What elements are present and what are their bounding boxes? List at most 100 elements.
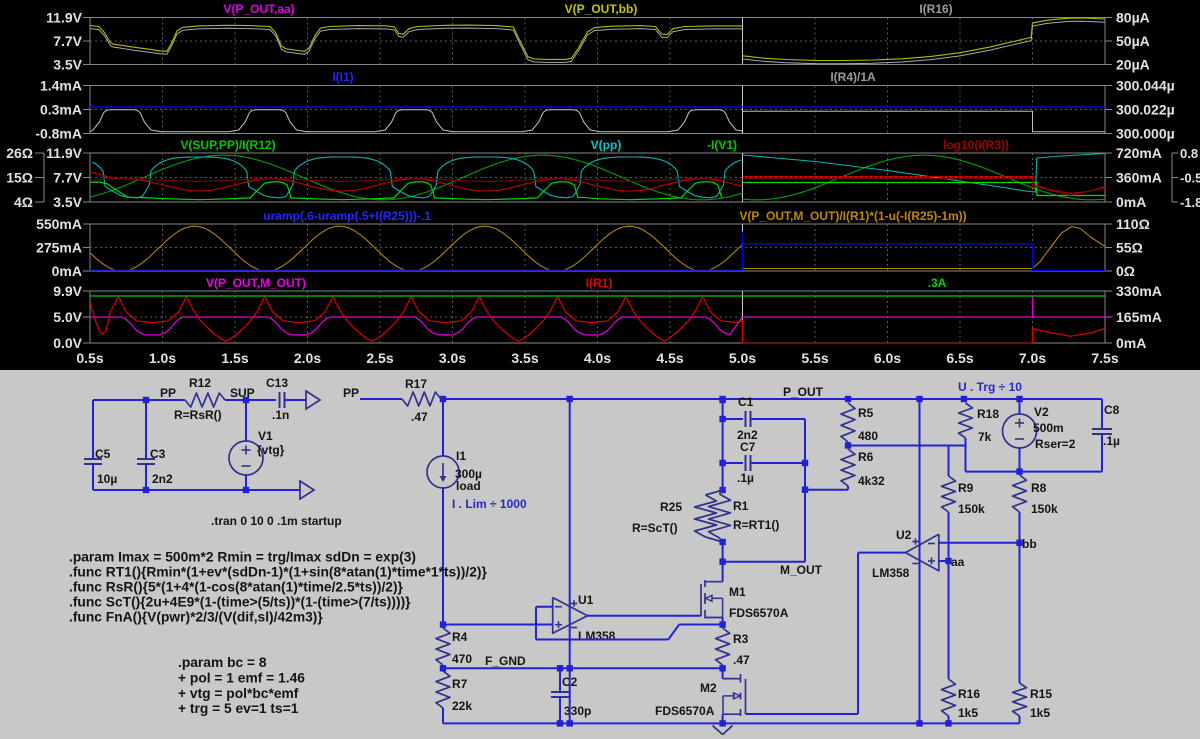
svg-text:470: 470 <box>452 652 472 666</box>
svg-text:+ trg = 5 ev=1 ts=1: + trg = 5 ev=1 ts=1 <box>178 701 299 716</box>
svg-text:log10(I(R3)): log10(I(R3)) <box>943 138 1009 152</box>
svg-text:R12: R12 <box>189 376 211 390</box>
svg-text:I(R1): I(R1) <box>586 276 613 290</box>
svg-text:2.5s: 2.5s <box>366 350 393 366</box>
svg-text:V(P_OUT,M_OUT): V(P_OUT,M_OUT) <box>206 276 306 290</box>
svg-text:6.5s: 6.5s <box>946 350 973 366</box>
svg-text:20µA: 20µA <box>1116 57 1150 73</box>
svg-text:1.0s: 1.0s <box>149 350 176 366</box>
svg-text:load: load <box>456 479 481 493</box>
svg-text:R=RT1(): R=RT1() <box>733 518 779 532</box>
svg-text:0Ω: 0Ω <box>1116 263 1135 279</box>
svg-text:C3: C3 <box>150 447 166 461</box>
svg-text:M1: M1 <box>729 585 746 599</box>
svg-text:6.0s: 6.0s <box>874 350 901 366</box>
svg-text:.param bc = 8: .param bc = 8 <box>178 655 267 670</box>
svg-text:U . Trg ÷ 10: U . Trg ÷ 10 <box>958 380 1022 394</box>
svg-text:V(P_OUT,bb): V(P_OUT,bb) <box>565 2 638 16</box>
svg-text:0mA: 0mA <box>1116 335 1146 351</box>
svg-text:720mA: 720mA <box>1116 145 1162 161</box>
svg-text:U1: U1 <box>578 593 594 607</box>
svg-text:bb: bb <box>1022 537 1037 551</box>
svg-text:V1: V1 <box>258 429 273 443</box>
svg-text:Rser=2: Rser=2 <box>1035 437 1076 451</box>
svg-text:I(I1): I(I1) <box>332 70 353 84</box>
svg-text:3.5s: 3.5s <box>511 350 538 366</box>
svg-text:-0.8mA: -0.8mA <box>35 126 82 142</box>
svg-text:R3: R3 <box>733 632 749 646</box>
svg-text:330mA: 330mA <box>1116 283 1162 299</box>
svg-text:480: 480 <box>858 429 878 443</box>
svg-text:275mA: 275mA <box>36 240 82 256</box>
svg-text:10µ: 10µ <box>97 472 117 486</box>
svg-text:LM358: LM358 <box>872 566 910 580</box>
svg-text:80µA: 80µA <box>1116 10 1150 26</box>
svg-text:1.5s: 1.5s <box>221 350 248 366</box>
svg-text:.3A: .3A <box>928 276 947 290</box>
svg-text:.param Imax = 500m*2 Rmin = tr: .param Imax = 500m*2 Rmin = trg/Imax sdD… <box>69 550 416 565</box>
svg-text:.tran 0 10 0 .1m startup: .tran 0 10 0 .1m startup <box>211 514 342 528</box>
svg-text:4k32: 4k32 <box>858 474 885 488</box>
svg-text:I(R4)/1A: I(R4)/1A <box>830 70 876 84</box>
svg-text:7k: 7k <box>978 430 992 444</box>
svg-text:C13: C13 <box>266 376 288 390</box>
svg-text:5.0s: 5.0s <box>729 350 756 366</box>
svg-text:-I(V1): -I(V1) <box>707 138 737 152</box>
svg-text:R=RsR(): R=RsR() <box>174 408 222 422</box>
svg-text:0.8: 0.8 <box>1180 146 1198 161</box>
svg-text:3.5V: 3.5V <box>53 194 82 210</box>
svg-text:.47: .47 <box>733 653 750 667</box>
svg-text:0mA: 0mA <box>52 263 82 279</box>
svg-text:4Ω: 4Ω <box>14 194 33 210</box>
svg-text:R1: R1 <box>733 499 749 513</box>
svg-text:R17: R17 <box>405 377 427 391</box>
svg-text:3.5V: 3.5V <box>53 57 82 73</box>
svg-text:7.5s: 7.5s <box>1091 350 1118 366</box>
svg-text:+ vtg = pol*bc*emf: + vtg = pol*bc*emf <box>178 686 299 701</box>
svg-text:C7: C7 <box>740 440 756 454</box>
svg-text:V(P_OUT,M_OUT)/I(R1)*(1-u(-I(R: V(P_OUT,M_OUT)/I(R1)*(1-u(-I(R25)-1m)) <box>739 209 966 223</box>
svg-text:.47: .47 <box>411 410 428 424</box>
svg-text:{vtg}: {vtg} <box>257 443 285 457</box>
svg-text:P_OUT: P_OUT <box>783 385 824 399</box>
svg-text:7.7V: 7.7V <box>53 170 82 186</box>
svg-text:0.3mA: 0.3mA <box>40 102 82 118</box>
svg-text:0.0V: 0.0V <box>53 335 82 351</box>
svg-text:I . Lim ÷ 1000: I . Lim ÷ 1000 <box>452 497 527 511</box>
svg-text:.func RT1(){Rmin*(1+ev*(sdDn-1: .func RT1(){Rmin*(1+ev*(sdDn-1)*(1+sin(8… <box>69 565 487 580</box>
svg-text:I(R16): I(R16) <box>919 2 952 16</box>
svg-text:500m: 500m <box>1033 421 1064 435</box>
svg-text:FDS6570A: FDS6570A <box>729 606 789 620</box>
svg-text:R18: R18 <box>977 407 999 421</box>
svg-text:PP: PP <box>160 386 176 400</box>
svg-text:-1.8: -1.8 <box>1180 195 1200 210</box>
svg-text:R15: R15 <box>1030 687 1052 701</box>
svg-text:I1: I1 <box>456 449 466 463</box>
svg-text:R25: R25 <box>660 500 682 514</box>
svg-text:R9: R9 <box>958 481 974 495</box>
svg-text:360mA: 360mA <box>1116 170 1162 186</box>
svg-text:.1n: .1n <box>272 408 289 422</box>
svg-text:11.9V: 11.9V <box>46 145 82 161</box>
svg-text:26Ω: 26Ω <box>6 145 33 161</box>
svg-text:+ pol = 1 emf = 1.46: + pol = 1 emf = 1.46 <box>178 670 305 685</box>
svg-text:165mA: 165mA <box>1116 309 1162 325</box>
svg-text:.1µ: .1µ <box>737 471 754 485</box>
svg-text:U2: U2 <box>896 528 912 542</box>
svg-text:R7: R7 <box>452 677 468 691</box>
svg-text:150k: 150k <box>958 502 985 516</box>
svg-text:2.0s: 2.0s <box>294 350 321 366</box>
svg-text:300.000µ: 300.000µ <box>1116 126 1175 142</box>
svg-text:R16: R16 <box>958 687 980 701</box>
svg-text:0.5s: 0.5s <box>76 350 103 366</box>
svg-text:R8: R8 <box>1031 481 1047 495</box>
svg-text:9.9V: 9.9V <box>53 283 82 299</box>
svg-text:110Ω: 110Ω <box>1116 216 1150 232</box>
svg-text:.func FnA(){V(pwr)*2/3/(V(dif,: .func FnA(){V(pwr)*2/3/(V(dif,sl)/42m3)} <box>69 610 323 625</box>
svg-text:V2: V2 <box>1034 405 1049 419</box>
svg-text:300.044µ: 300.044µ <box>1116 78 1175 94</box>
svg-text:1k5: 1k5 <box>958 706 978 720</box>
svg-text:150k: 150k <box>1031 502 1058 516</box>
svg-text:PP: PP <box>343 386 359 400</box>
svg-text:1k5: 1k5 <box>1030 706 1050 720</box>
